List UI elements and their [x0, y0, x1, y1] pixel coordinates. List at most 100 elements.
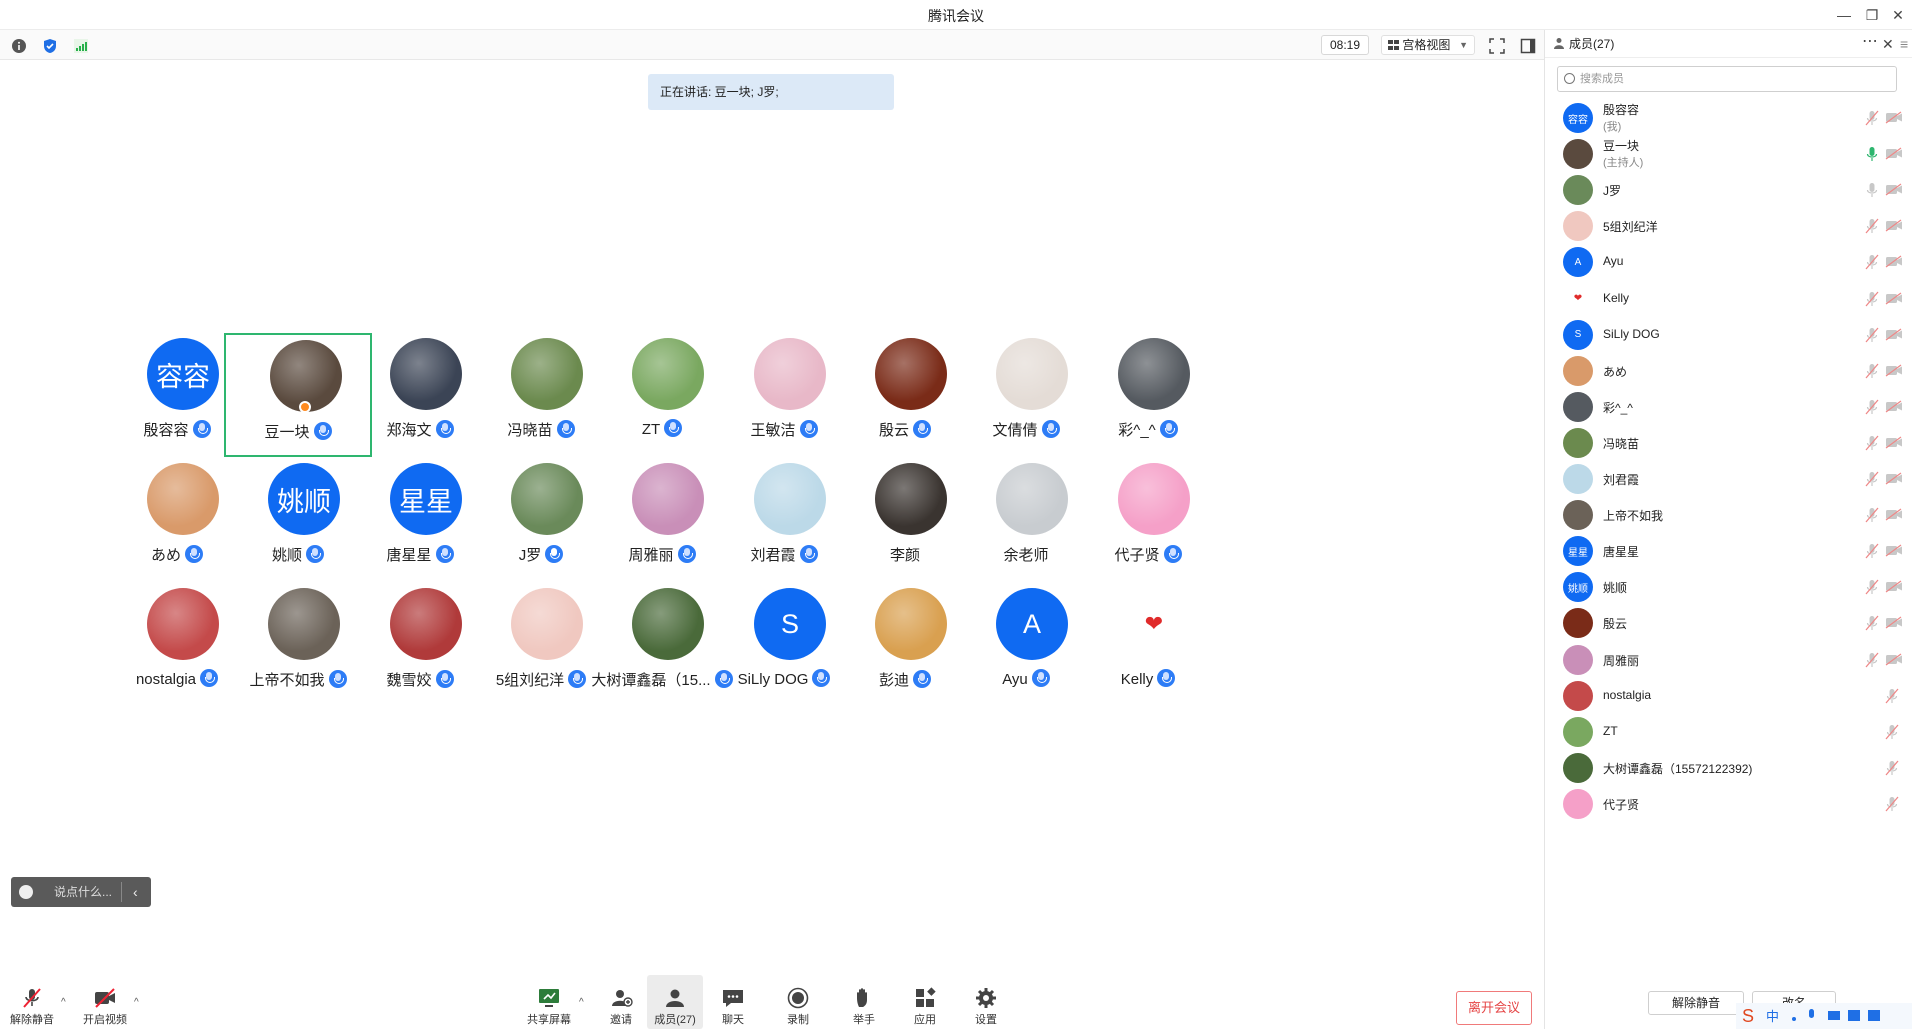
mic-muted-icon[interactable]	[1865, 507, 1879, 523]
avatar	[1563, 211, 1593, 242]
participant-name-text: ZT	[641, 421, 661, 438]
chat-button[interactable]: 聊天	[705, 975, 761, 1029]
mic-muted-icon[interactable]	[1865, 435, 1879, 451]
minimize-icon[interactable]: —	[1830, 4, 1858, 26]
avatar	[511, 338, 583, 410]
camera-off-icon	[95, 988, 115, 1008]
mic-icon	[664, 419, 683, 437]
unmute-button[interactable]: 解除静音	[4, 975, 60, 1029]
camera-off-icon[interactable]	[1885, 616, 1903, 629]
mic-muted-icon[interactable]	[1865, 652, 1879, 668]
participant-tile[interactable]: 代子贤	[1074, 458, 1222, 582]
settings-button[interactable]: 设置	[958, 975, 1014, 1029]
leave-meeting-button[interactable]: 离开会议	[1456, 991, 1532, 1025]
member-row[interactable]: 代子贤	[1545, 782, 1912, 826]
mic-muted-icon[interactable]	[1865, 543, 1879, 559]
mic-icon	[1157, 669, 1176, 687]
share-screen-button[interactable]: 共享屏幕	[521, 975, 577, 1029]
chevron-up-icon[interactable]: ^	[61, 997, 66, 1008]
avatar	[754, 338, 826, 410]
avatar	[390, 338, 462, 410]
participant-name-text: J罗	[518, 547, 542, 564]
mic-muted-icon[interactable]	[1865, 471, 1879, 487]
camera-off-icon[interactable]	[1885, 436, 1903, 449]
camera-off-icon[interactable]	[1885, 255, 1903, 268]
camera-off-icon[interactable]	[1885, 580, 1903, 593]
camera-off-icon[interactable]	[1885, 328, 1903, 341]
mic-muted-icon[interactable]	[1865, 110, 1879, 126]
avatar: S	[1563, 319, 1593, 350]
mic-muted-icon[interactable]	[1865, 579, 1879, 595]
camera-off-icon[interactable]	[1885, 472, 1903, 485]
unmute-all-button[interactable]: 解除静音	[1648, 991, 1744, 1015]
info-icon[interactable]	[11, 38, 27, 54]
members-panel: 成员(27) ⋯ ✕ ≡ 搜索成员 容容 殷容容 (我) 豆一块 (主持人) J罗 5组刘纪…	[1544, 30, 1912, 1029]
mic-muted-icon[interactable]	[1865, 615, 1879, 631]
avatar	[1563, 644, 1593, 675]
mic-icon[interactable]	[1865, 146, 1879, 162]
menu-icon[interactable]: ≡	[1900, 30, 1908, 58]
record-button[interactable]: 录制	[770, 975, 826, 1029]
chevron-left-icon[interactable]: ‹	[133, 877, 138, 907]
camera-off-icon[interactable]	[1885, 364, 1903, 377]
mic-icon[interactable]	[1865, 182, 1879, 198]
close-panel-icon[interactable]: ✕	[1882, 30, 1894, 58]
mic-muted-icon[interactable]	[1865, 363, 1879, 379]
avatar	[1563, 139, 1593, 170]
camera-off-icon[interactable]	[1885, 653, 1903, 666]
chat-input[interactable]: 说点什么... ‹	[11, 877, 151, 907]
mic-muted-icon[interactable]	[1885, 724, 1899, 740]
avatar	[511, 588, 583, 660]
participant-name-text: 豆一块	[264, 424, 310, 441]
members-button[interactable]: 成员(27)	[647, 975, 703, 1029]
start-video-button[interactable]: 开启视频	[77, 975, 133, 1029]
avatar	[1563, 427, 1593, 458]
mic-muted-icon[interactable]	[1885, 796, 1899, 812]
participant-tile[interactable]: ❤ Kelly	[1074, 583, 1222, 707]
camera-off-icon[interactable]	[1885, 508, 1903, 521]
camera-off-icon[interactable]	[1885, 111, 1903, 124]
mic-icon	[913, 420, 931, 438]
mic-muted-icon[interactable]	[1865, 399, 1879, 415]
invite-button[interactable]: 邀请	[593, 975, 649, 1029]
mic-muted-icon[interactable]	[1885, 760, 1899, 776]
invite-label: 邀请	[610, 1014, 632, 1026]
signal-icon[interactable]	[73, 38, 89, 54]
participant-tile[interactable]: 彩^_^	[1074, 333, 1222, 457]
emoji-icon[interactable]	[19, 885, 33, 899]
avatar	[754, 463, 826, 535]
camera-off-icon[interactable]	[1885, 219, 1903, 232]
avatar	[1118, 338, 1190, 410]
mic-muted-icon[interactable]	[1865, 291, 1879, 307]
mic-muted-icon[interactable]	[1865, 254, 1879, 270]
chevron-up-icon[interactable]: ^	[134, 997, 139, 1008]
camera-off-icon[interactable]	[1885, 147, 1903, 160]
camera-off-icon[interactable]	[1885, 183, 1903, 196]
camera-off-icon[interactable]	[1885, 400, 1903, 413]
mic-muted-icon[interactable]	[1865, 218, 1879, 234]
shield-icon[interactable]	[42, 38, 58, 54]
sidebar-toggle-icon[interactable]	[1520, 38, 1536, 54]
view-selector[interactable]: 宫格视图 ▼	[1381, 35, 1475, 55]
ime-toolbar-icon[interactable]: S 中	[1736, 1003, 1912, 1029]
avatar	[1563, 391, 1593, 422]
mic-icon	[192, 420, 211, 438]
mic-icon	[799, 545, 818, 563]
camera-off-icon[interactable]	[1885, 292, 1903, 305]
more-icon[interactable]: ⋯	[1862, 28, 1878, 56]
participant-name-text: あめ	[150, 547, 181, 564]
raise-hand-button[interactable]: 举手	[836, 975, 892, 1029]
apps-button[interactable]: 应用	[897, 975, 953, 1029]
mic-muted-icon[interactable]	[1865, 327, 1879, 343]
member-name: 周雅丽	[1603, 653, 1640, 668]
member-search-input[interactable]: 搜索成员	[1557, 66, 1897, 92]
close-icon[interactable]: ✕	[1884, 4, 1912, 26]
camera-off-icon[interactable]	[1885, 544, 1903, 557]
restore-icon[interactable]: ❐	[1858, 4, 1886, 26]
mic-icon	[306, 545, 324, 563]
avatar	[268, 588, 340, 660]
mic-muted-icon[interactable]	[1885, 688, 1899, 704]
fullscreen-icon[interactable]	[1489, 38, 1505, 54]
member-name: Kelly	[1603, 290, 1630, 305]
chevron-up-icon[interactable]: ^	[579, 997, 584, 1008]
